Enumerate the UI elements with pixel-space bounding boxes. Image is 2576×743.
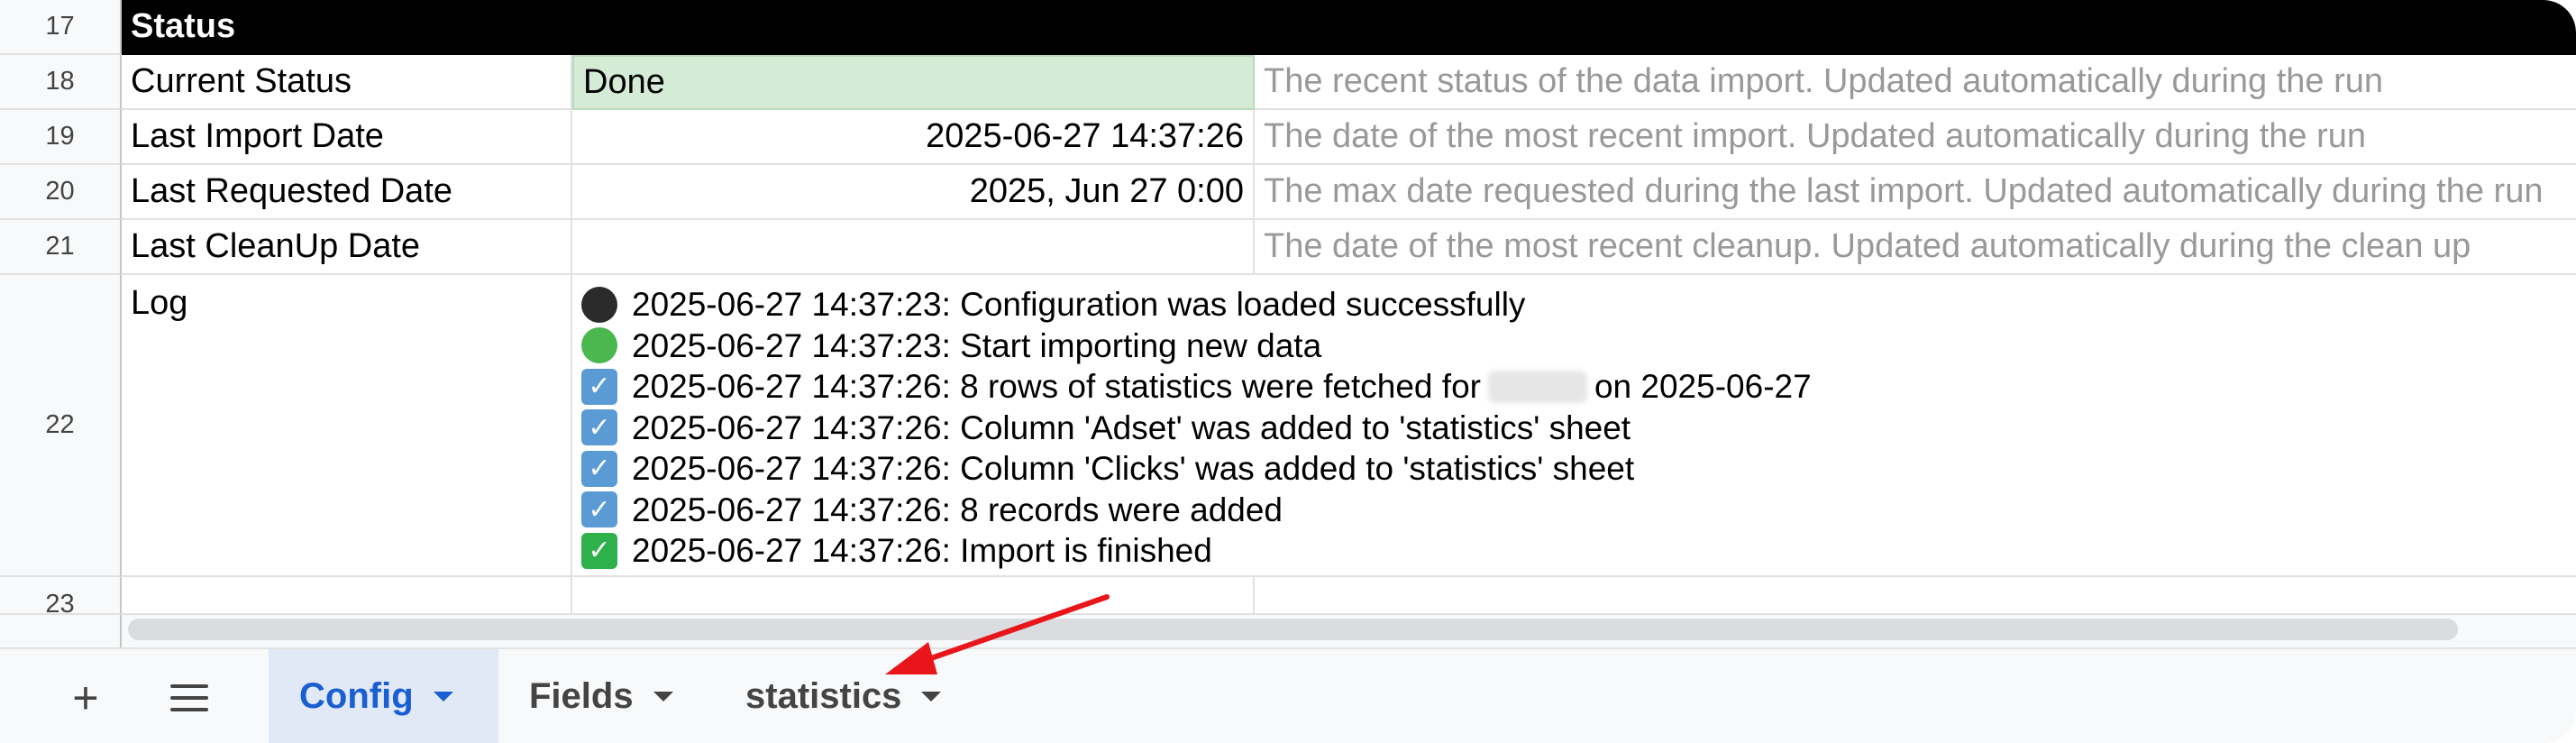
spreadsheet-window: 17 Status 18 Current Status Done The rec… [0,0,2576,743]
table-row: 20 Last Requested Date 2025, Jun 27 0:00… [0,165,2576,220]
log-line-text: 2025-06-27 14:37:26: 8 records were adde… [632,491,1283,528]
cell-status-heading-b[interactable] [572,0,1255,55]
row-header-22[interactable]: 22 [0,275,122,577]
log-line-text: 2025-06-27 14:37:26: Column 'Clicks' was… [632,450,1635,487]
cell-last-cleanup-date-label[interactable]: Last CleanUp Date [122,220,572,275]
log-line: ✓ 2025-06-27 14:37:26: 8 rows of statist… [581,366,2567,408]
tab-label: Config [299,675,414,716]
cell-row23-a[interactable] [122,577,572,615]
green-circle-icon [581,327,617,364]
cell-last-import-date-label[interactable]: Last Import Date [122,110,572,165]
tab-fields[interactable]: Fields [498,649,706,743]
tab-statistics[interactable]: statistics [715,649,985,743]
log-line: ✓ 2025-06-27 14:37:26: Column 'Adset' wa… [581,408,2567,449]
black-circle-icon [581,286,617,323]
ballot-check-icon: ✓ [581,368,617,405]
cell-status-heading[interactable]: Status [122,0,572,55]
sheet-tab-bar: + Config Fields statistics [0,647,2576,743]
log-line: 2025-06-27 14:37:23: Start importing new… [581,326,2567,367]
tab-label: statistics [745,675,902,716]
cell-last-requested-date-label[interactable]: Last Requested Date [122,165,572,220]
row-header-19[interactable]: 19 [0,110,122,165]
log-line: ✓ 2025-06-27 14:37:26: Column 'Clicks' w… [581,448,2567,490]
cell-last-cleanup-date-value[interactable] [572,220,1255,275]
ballot-check-icon: ✓ [581,491,617,528]
table-row: 19 Last Import Date 2025-06-27 14:37:26 … [0,110,2576,165]
tab-config[interactable]: Config [269,649,498,743]
hamburger-menu-icon [170,684,208,711]
cell-log-value[interactable]: 2025-06-27 14:37:23: Configuration was l… [572,275,2576,577]
table-row: 17 Status [0,0,2576,55]
log-line: ✓ 2025-06-27 14:37:26: Import is finishe… [581,530,2567,572]
cell-current-status-note[interactable]: The recent status of the data import. Up… [1255,55,2576,110]
all-sheets-button[interactable] [158,673,221,723]
log-line-text: 2025-06-27 14:37:26: Import is finished [632,532,1212,569]
log-line-text: 2025-06-27 14:37:23: Start importing new… [632,326,1322,364]
cell-last-import-date-note[interactable]: The date of the most recent import. Upda… [1255,110,2576,165]
table-row: 18 Current Status Done The recent status… [0,55,2576,110]
ballot-check-icon: ✓ [581,409,617,446]
chevron-down-icon[interactable] [653,691,673,702]
log-line-text-suffix: on 2025-06-27 [1594,368,1812,405]
check-mark-button-icon: ✓ [581,532,617,569]
row-header-21[interactable]: 21 [0,220,122,275]
cell-row23-c[interactable] [1255,577,2576,615]
ballot-check-icon: ✓ [581,450,617,487]
log-line: ✓ 2025-06-27 14:37:26: 8 records were ad… [581,490,2567,531]
row-header-18[interactable]: 18 [0,55,122,110]
tab-label: Fields [529,675,634,716]
log-line: 2025-06-27 14:37:23: Configuration was l… [581,284,2567,326]
cell-last-cleanup-date-note[interactable]: The date of the most recent cleanup. Upd… [1255,220,2576,275]
log-line-text: 2025-06-27 14:37:23: Configuration was l… [632,286,1526,323]
row-header-17[interactable]: 17 [0,0,122,55]
cell-last-import-date-value[interactable]: 2025-06-27 14:37:26 [572,110,1255,165]
cell-current-status-value[interactable]: Done [572,55,1255,110]
add-sheet-button[interactable]: + [54,673,117,723]
sheet-grid: 17 Status 18 Current Status Done The rec… [0,0,2576,615]
chevron-down-icon[interactable] [921,691,942,702]
log-line-text: 2025-06-27 14:37:26: Column 'Adset' was … [632,408,1631,446]
cell-log-label[interactable]: Log [122,275,572,577]
cell-row23-b[interactable] [572,577,1255,615]
redacted-account-name [1487,370,1587,403]
table-row: 21 Last CleanUp Date The date of the mos… [0,220,2576,275]
cell-last-requested-date-value[interactable]: 2025, Jun 27 0:00 [572,165,1255,220]
chevron-down-icon[interactable] [433,691,453,702]
cell-current-status-label[interactable]: Current Status [122,55,572,110]
table-row: 23 [0,577,2576,615]
scroll-corner [0,615,122,647]
cell-status-heading-c[interactable] [1255,0,2576,55]
cell-last-requested-date-note[interactable]: The max date requested during the last i… [1255,165,2576,220]
horizontal-scrollbar-thumb[interactable] [128,619,2458,640]
row-header-23[interactable]: 23 [0,577,122,615]
row-header-20[interactable]: 20 [0,165,122,220]
log-line-text: 2025-06-27 14:37:26: 8 rows of statistic… [632,368,1481,405]
table-row: 22 Log 2025-06-27 14:37:23: Configuratio… [0,275,2576,577]
